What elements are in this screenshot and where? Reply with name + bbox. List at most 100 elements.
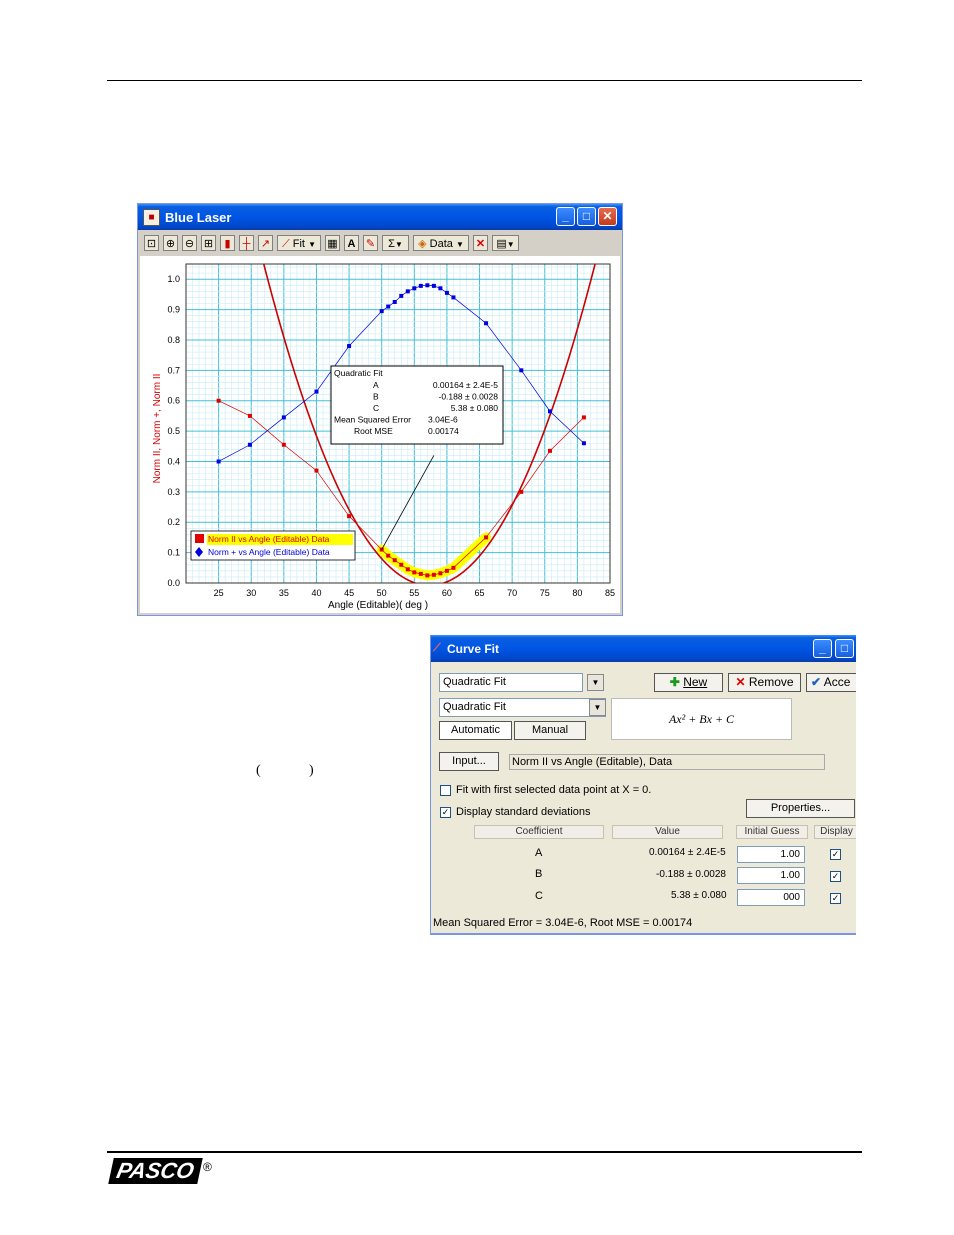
display-checkbox[interactable]: ✓: [830, 871, 841, 882]
data-point-norm-plus: [347, 344, 352, 349]
data-point-norm-plus: [418, 283, 423, 288]
calculator-icon[interactable]: ▦: [325, 235, 340, 251]
coefficient-header: Coefficient: [474, 825, 604, 839]
initial-guess-input[interactable]: 000: [737, 889, 805, 906]
data-point-norm-ii: [519, 489, 524, 494]
scale-to-fit-icon[interactable]: ⊡: [144, 235, 159, 251]
initial-guess-input[interactable]: 1.00: [737, 846, 805, 863]
data-point-norm-ii: [547, 448, 552, 453]
fit-label: Fit: [292, 238, 305, 250]
x-tick-label: 60: [442, 588, 452, 598]
x-tick-label: 75: [540, 588, 550, 598]
y-tick-label: 0.6: [167, 396, 180, 406]
check-icon: ✔: [811, 675, 822, 689]
display-checkbox[interactable]: ✓: [830, 893, 841, 904]
legend-marker-norm-ii: [195, 534, 204, 543]
x-axis-label: Angle (Editable)( deg ): [328, 600, 428, 611]
data-dropdown[interactable]: ◈ Data ▼: [413, 235, 469, 251]
maximize-button[interactable]: □: [577, 207, 596, 226]
data-point-norm-plus: [438, 286, 443, 291]
chevron-down-icon[interactable]: ▼: [587, 674, 604, 691]
registered-mark: ®: [203, 1160, 212, 1174]
y-tick-label: 0.7: [167, 365, 180, 375]
chevron-down-icon: ▼: [394, 240, 403, 249]
statistics-dropdown[interactable]: Σ▼: [382, 235, 409, 251]
remove-label: Remove: [748, 675, 794, 689]
fit-type-select[interactable]: Quadratic Fit: [439, 698, 606, 717]
y-axis-label: Norm II, Norm +, Norm II: [152, 374, 163, 484]
data-point-norm-ii: [581, 415, 586, 420]
fit-first-point-checkbox[interactable]: [440, 785, 451, 796]
curve-fit-titlebar[interactable]: ⟋ Curve Fit _ □: [431, 635, 856, 662]
graph-toolbar: ⊡ ⊕ ⊖ ⊞ ▮ ┼ ↗ ⟋ Fit ▼ ▦ A ✎ Σ▼ ◈ Data ▼ …: [140, 232, 620, 254]
fit-equation: Ax² + Bx + C: [611, 698, 792, 740]
tab-automatic[interactable]: Automatic: [439, 721, 512, 740]
data-icon: ◈: [418, 238, 427, 250]
data-point-norm-ii: [405, 567, 410, 572]
right-parenthesis: ): [309, 763, 314, 778]
fit-info-label: Mean Squared Error: [334, 415, 411, 425]
input-button[interactable]: Input...: [439, 752, 499, 771]
x-tick-label: 80: [572, 588, 582, 598]
maximize-button[interactable]: □: [835, 639, 854, 658]
slope-tool-icon[interactable]: ↗: [258, 235, 273, 251]
minimize-button[interactable]: _: [813, 639, 832, 658]
fit-info-value: 3.04E-6: [428, 415, 458, 425]
data-point-norm-ii: [438, 571, 443, 576]
text-annotation-icon[interactable]: A: [344, 235, 359, 251]
window-title: Blue Laser: [165, 210, 232, 225]
tab-manual[interactable]: Manual: [514, 721, 586, 740]
data-point-norm-plus: [379, 309, 384, 314]
coefficient-name: C: [535, 890, 543, 902]
data-point-norm-ii: [444, 568, 449, 573]
display-std-checkbox[interactable]: ✓: [440, 807, 451, 818]
curve-fit-window: ⟋ Curve Fit _ □ Quadratic Fit ▼ ✚ New ✕ …: [430, 635, 856, 935]
zoom-in-icon[interactable]: ⊕: [163, 235, 178, 251]
graph-chart[interactable]: 25 30 35 40 45 50 55 60 65 70 75 80 85 0.0 0.1 0.2 0.3 0.…: [140, 256, 620, 613]
data-point-norm-plus: [425, 283, 430, 288]
window-titlebar[interactable]: ■ Blue Laser _ □ ✕: [138, 204, 622, 230]
x-tick-label: 70: [507, 588, 517, 598]
fit-info-label: B: [373, 392, 379, 402]
zoom-select-icon[interactable]: ⊞: [201, 235, 216, 251]
graph-settings-dropdown[interactable]: ▤▼: [492, 235, 519, 251]
data-point-norm-ii: [399, 562, 404, 567]
chevron-down-icon: ▼: [506, 240, 515, 249]
x-tick-label: 30: [246, 588, 256, 598]
properties-button[interactable]: Properties...: [746, 799, 855, 818]
accept-button[interactable]: ✔ Acce: [806, 673, 856, 692]
value-header: Value: [612, 825, 723, 839]
remove-icon: ✕: [735, 675, 746, 689]
fit-first-point-label: Fit with first selected data point at X …: [456, 784, 652, 796]
initial-guess-input[interactable]: 1.00: [737, 867, 805, 884]
x-tick-label: 45: [344, 588, 354, 598]
new-button[interactable]: ✚ New: [654, 673, 723, 692]
lock-icon[interactable]: ▮: [220, 235, 235, 251]
data-point-norm-ii: [431, 572, 436, 577]
minimize-button[interactable]: _: [556, 207, 575, 226]
data-point-norm-ii: [281, 442, 286, 447]
remove-button[interactable]: ✕ Remove: [728, 673, 801, 692]
pasco-logo: PASCO: [108, 1158, 203, 1184]
graph-settings-icon: ▤: [496, 238, 507, 250]
fit-dropdown[interactable]: ⟋ Fit ▼: [277, 235, 321, 251]
plot-area: 25 30 35 40 45 50 55 60 65 70 75 80 85 0.0 0.1 0.2 0.3 0.…: [140, 256, 620, 613]
smart-tool-icon[interactable]: ┼: [239, 235, 254, 251]
fit-select[interactable]: Quadratic Fit: [439, 673, 583, 692]
delete-icon[interactable]: ✕: [473, 235, 488, 251]
data-label: Data: [429, 238, 453, 250]
fit-info-title: Quadratic Fit: [334, 368, 383, 378]
data-point-norm-plus: [386, 304, 391, 309]
chevron-down-icon[interactable]: ▼: [589, 699, 606, 716]
display-checkbox[interactable]: ✓: [830, 849, 841, 860]
x-tick-label: 40: [311, 588, 321, 598]
close-button[interactable]: ✕: [598, 207, 617, 226]
data-point-norm-plus: [216, 459, 221, 464]
data-point-norm-ii: [418, 571, 423, 576]
zoom-out-icon[interactable]: ⊖: [182, 235, 197, 251]
fit-icon: ⟋: [282, 238, 290, 250]
data-point-norm-plus: [392, 299, 397, 304]
note-icon[interactable]: ✎: [363, 235, 378, 251]
y-tick-label: 1.0: [167, 274, 180, 284]
fit-info-value: 0.00174: [428, 426, 459, 436]
